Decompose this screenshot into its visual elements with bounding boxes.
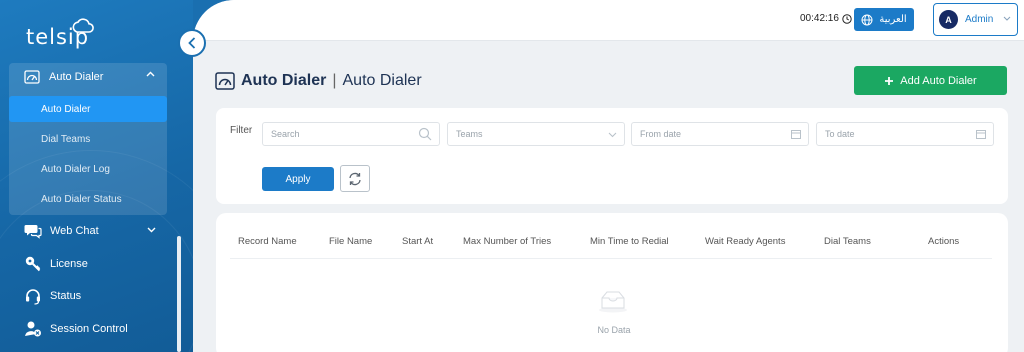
title-separator: | bbox=[332, 72, 337, 89]
chevron-up-icon bbox=[146, 71, 155, 77]
sidebar-item-label: Session Control bbox=[50, 323, 128, 335]
topbar: 00:42:16 العربية A Admin bbox=[193, 0, 1024, 41]
calendar-icon bbox=[976, 130, 986, 139]
plus-icon bbox=[885, 76, 894, 85]
search-placeholder: Search bbox=[271, 129, 300, 139]
key-icon bbox=[25, 256, 41, 272]
sidebar-item-label: Web Chat bbox=[50, 225, 99, 237]
globe-icon bbox=[861, 14, 873, 25]
sidebar-group-label: Auto Dialer bbox=[49, 70, 104, 83]
column-header[interactable]: Min Time to Redial bbox=[590, 236, 669, 247]
page-title-primary: Auto Dialer bbox=[241, 72, 327, 89]
speedometer-icon bbox=[24, 69, 40, 84]
empty-inbox-icon bbox=[596, 289, 630, 316]
clock: 00:42:16 bbox=[800, 13, 852, 24]
avatar: A bbox=[939, 10, 958, 29]
column-header[interactable]: Record Name bbox=[238, 236, 297, 247]
sidebar-scrollbar[interactable] bbox=[177, 236, 181, 352]
sidebar-subitem-label: Auto Dialer bbox=[41, 103, 91, 115]
sidebar-subitem-auto-dialer[interactable]: Auto Dialer bbox=[9, 96, 167, 122]
headset-icon bbox=[26, 289, 40, 305]
column-header[interactable]: File Name bbox=[329, 236, 372, 247]
filter-label: Filter bbox=[230, 125, 253, 136]
chevron-left-icon bbox=[188, 37, 196, 49]
teams-select[interactable]: Teams bbox=[447, 122, 625, 146]
language-label: العربية bbox=[879, 14, 907, 25]
sidebar-item-web-chat[interactable]: Web Chat bbox=[0, 217, 170, 245]
sidebar-subitem-label: Auto Dialer Log bbox=[41, 163, 110, 175]
language-button[interactable]: العربية bbox=[854, 8, 914, 31]
collapse-sidebar-button[interactable] bbox=[178, 29, 206, 57]
user-name: Admin bbox=[965, 14, 994, 25]
sidebar-item-auto-dialer-group[interactable]: Auto Dialer bbox=[9, 63, 167, 90]
refresh-button[interactable] bbox=[340, 165, 370, 192]
column-header[interactable]: Start At bbox=[402, 236, 433, 247]
column-header[interactable]: Wait Ready Agents bbox=[705, 236, 785, 247]
from-date-placeholder: From date bbox=[640, 129, 682, 139]
sidebar-item-label: License bbox=[50, 258, 88, 270]
clock-time: 00:42:16 bbox=[800, 13, 839, 24]
sidebar-subitem-label: Auto Dialer Status bbox=[41, 193, 122, 205]
from-date-input[interactable]: From date bbox=[631, 122, 809, 146]
logo-text: telsip bbox=[26, 25, 90, 49]
column-header[interactable]: Dial Teams bbox=[824, 236, 871, 247]
sidebar-subitem-dial-teams[interactable]: Dial Teams bbox=[9, 126, 167, 152]
sidebar-item-session-control[interactable]: Session Control bbox=[0, 315, 170, 343]
page-title-secondary: Auto Dialer bbox=[342, 72, 422, 89]
sidebar-subitem-auto-dialer-log[interactable]: Auto Dialer Log bbox=[9, 156, 167, 182]
chevron-down-icon bbox=[147, 227, 156, 233]
refresh-icon bbox=[349, 172, 361, 185]
sidebar-subitem-label: Dial Teams bbox=[41, 133, 91, 145]
sidebar: telsip Auto Dialer Auto Dialer Dial Team… bbox=[0, 0, 193, 352]
table-card: Record Name File Name Start At Max Numbe… bbox=[216, 213, 1008, 352]
main-content: 00:42:16 العربية A Admin Auto Dialer | A… bbox=[193, 0, 1024, 352]
sidebar-item-license[interactable]: License bbox=[0, 250, 170, 278]
to-date-placeholder: To date bbox=[825, 129, 855, 139]
to-date-input[interactable]: To date bbox=[816, 122, 994, 146]
search-input[interactable]: Search bbox=[262, 122, 440, 146]
speedometer-icon bbox=[215, 72, 235, 90]
column-header[interactable]: Actions bbox=[928, 236, 959, 247]
filter-card: Filter Search Teams From date To date Ap… bbox=[216, 108, 1008, 204]
chevron-down-icon bbox=[1003, 16, 1011, 21]
column-header[interactable]: Max Number of Tries bbox=[463, 236, 551, 247]
add-button-label: Add Auto Dialer bbox=[900, 74, 977, 87]
calendar-icon bbox=[791, 130, 801, 139]
apply-label: Apply bbox=[285, 173, 311, 185]
sidebar-item-label: Status bbox=[50, 290, 82, 302]
chevron-down-icon bbox=[608, 132, 617, 138]
sidebar-item-status[interactable]: Status bbox=[0, 282, 170, 310]
user-menu-button[interactable]: A Admin bbox=[933, 3, 1018, 36]
chat-icon bbox=[24, 225, 42, 239]
empty-state-text: No Data bbox=[597, 325, 631, 335]
apply-button[interactable]: Apply bbox=[262, 167, 334, 191]
table-header: Record Name File Name Start At Max Numbe… bbox=[216, 236, 1008, 256]
search-icon bbox=[418, 127, 432, 141]
page-title: Auto Dialer | Auto Dialer bbox=[215, 71, 422, 91]
sidebar-subitem-auto-dialer-status[interactable]: Auto Dialer Status bbox=[9, 186, 167, 212]
clock-icon bbox=[842, 13, 852, 24]
add-auto-dialer-button[interactable]: Add Auto Dialer bbox=[854, 66, 1007, 95]
header-divider bbox=[230, 258, 992, 259]
user-session-icon bbox=[25, 321, 41, 337]
teams-placeholder: Teams bbox=[456, 129, 483, 139]
